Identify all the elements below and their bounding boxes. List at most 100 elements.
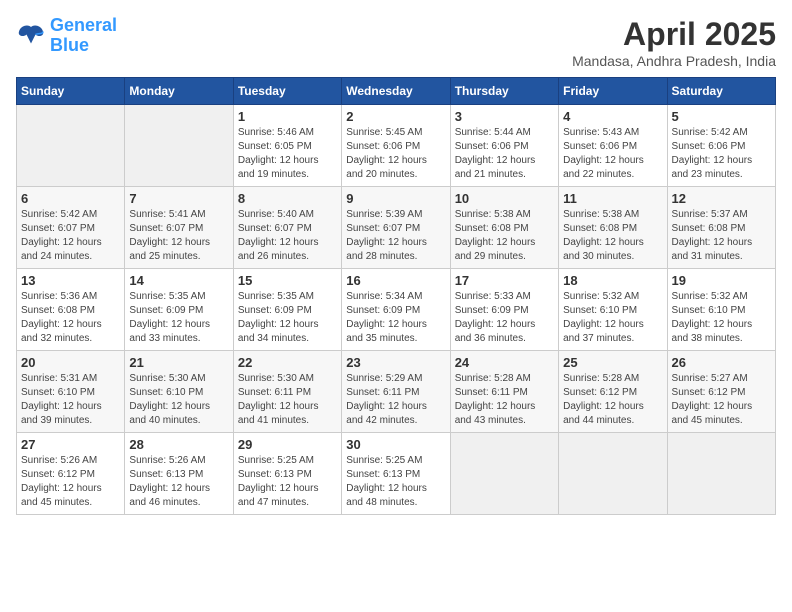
day-number: 3 — [455, 109, 554, 124]
day-info: Sunrise: 5:30 AM Sunset: 6:10 PM Dayligh… — [129, 372, 228, 428]
day-number: 16 — [346, 273, 445, 288]
day-info: Sunrise: 5:26 AM Sunset: 6:12 PM Dayligh… — [21, 454, 120, 510]
day-info: Sunrise: 5:28 AM Sunset: 6:11 PM Dayligh… — [455, 372, 554, 428]
calendar-week-row: 20 Sunrise: 5:31 AM Sunset: 6:10 PM Dayli… — [17, 351, 776, 433]
day-info: Sunrise: 5:38 AM Sunset: 6:08 PM Dayligh… — [455, 208, 554, 264]
day-number: 19 — [672, 273, 771, 288]
logo-icon — [16, 21, 46, 51]
weekday-header: Monday — [125, 78, 233, 105]
calendar-week-row: 1 Sunrise: 5:46 AM Sunset: 6:05 PM Daylig… — [17, 105, 776, 187]
day-info: Sunrise: 5:39 AM Sunset: 6:07 PM Dayligh… — [346, 208, 445, 264]
day-number: 1 — [238, 109, 337, 124]
day-number: 11 — [563, 191, 662, 206]
day-number: 24 — [455, 355, 554, 370]
day-number: 21 — [129, 355, 228, 370]
day-info: Sunrise: 5:28 AM Sunset: 6:12 PM Dayligh… — [563, 372, 662, 428]
calendar-cell: 11Sunrise: 5:38 AM Sunset: 6:08 PM Dayli… — [559, 187, 667, 269]
calendar-cell: 22 Sunrise: 5:30 AM Sunset: 6:11 PM Dayli… — [233, 351, 341, 433]
calendar-cell: 24 Sunrise: 5:28 AM Sunset: 6:11 PM Dayli… — [450, 351, 558, 433]
weekday-header: Thursday — [450, 78, 558, 105]
weekday-header-row: SundayMondayTuesdayWednesdayThursdayFrid… — [17, 78, 776, 105]
day-number: 13 — [21, 273, 120, 288]
calendar-cell: 25Sunrise: 5:28 AM Sunset: 6:12 PM Dayli… — [559, 351, 667, 433]
day-number: 18 — [563, 273, 662, 288]
weekday-header: Friday — [559, 78, 667, 105]
day-info: Sunrise: 5:31 AM Sunset: 6:10 PM Dayligh… — [21, 372, 120, 428]
weekday-header: Tuesday — [233, 78, 341, 105]
calendar-cell — [125, 105, 233, 187]
day-info: Sunrise: 5:45 AM Sunset: 6:06 PM Dayligh… — [346, 126, 445, 182]
day-info: Sunrise: 5:35 AM Sunset: 6:09 PM Dayligh… — [129, 290, 228, 346]
weekday-header: Sunday — [17, 78, 125, 105]
day-info: Sunrise: 5:42 AM Sunset: 6:06 PM Dayligh… — [672, 126, 771, 182]
logo-text: General Blue — [50, 16, 117, 56]
calendar-cell — [667, 433, 775, 515]
calendar-cell: 12 Sunrise: 5:37 AM Sunset: 6:08 PM Dayli… — [667, 187, 775, 269]
day-number: 26 — [672, 355, 771, 370]
day-info: Sunrise: 5:40 AM Sunset: 6:07 PM Dayligh… — [238, 208, 337, 264]
calendar-cell: 15 Sunrise: 5:35 AM Sunset: 6:09 PM Dayli… — [233, 269, 341, 351]
calendar-cell: 3 Sunrise: 5:44 AM Sunset: 6:06 PM Daylig… — [450, 105, 558, 187]
calendar-cell: 26 Sunrise: 5:27 AM Sunset: 6:12 PM Dayli… — [667, 351, 775, 433]
day-info: Sunrise: 5:25 AM Sunset: 6:13 PM Dayligh… — [346, 454, 445, 510]
day-number: 8 — [238, 191, 337, 206]
day-number: 12 — [672, 191, 771, 206]
weekday-header: Saturday — [667, 78, 775, 105]
page-header: General Blue April 2025 Mandasa, Andhra … — [16, 16, 776, 69]
calendar-cell: 10 Sunrise: 5:38 AM Sunset: 6:08 PM Dayli… — [450, 187, 558, 269]
day-number: 15 — [238, 273, 337, 288]
calendar-cell: 2 Sunrise: 5:45 AM Sunset: 6:06 PM Daylig… — [342, 105, 450, 187]
calendar-cell: 17 Sunrise: 5:33 AM Sunset: 6:09 PM Dayli… — [450, 269, 558, 351]
calendar-cell: 16 Sunrise: 5:34 AM Sunset: 6:09 PM Dayli… — [342, 269, 450, 351]
calendar-cell: 13 Sunrise: 5:36 AM Sunset: 6:08 PM Dayli… — [17, 269, 125, 351]
day-info: Sunrise: 5:35 AM Sunset: 6:09 PM Dayligh… — [238, 290, 337, 346]
day-info: Sunrise: 5:25 AM Sunset: 6:13 PM Dayligh… — [238, 454, 337, 510]
day-info: Sunrise: 5:32 AM Sunset: 6:10 PM Dayligh… — [672, 290, 771, 346]
day-info: Sunrise: 5:27 AM Sunset: 6:12 PM Dayligh… — [672, 372, 771, 428]
day-info: Sunrise: 5:32 AM Sunset: 6:10 PM Dayligh… — [563, 290, 662, 346]
day-info: Sunrise: 5:46 AM Sunset: 6:05 PM Dayligh… — [238, 126, 337, 182]
calendar-cell: 6 Sunrise: 5:42 AM Sunset: 6:07 PM Daylig… — [17, 187, 125, 269]
calendar-cell — [450, 433, 558, 515]
calendar-cell: 29 Sunrise: 5:25 AM Sunset: 6:13 PM Dayli… — [233, 433, 341, 515]
day-info: Sunrise: 5:29 AM Sunset: 6:11 PM Dayligh… — [346, 372, 445, 428]
calendar-week-row: 6 Sunrise: 5:42 AM Sunset: 6:07 PM Daylig… — [17, 187, 776, 269]
calendar-cell: 20 Sunrise: 5:31 AM Sunset: 6:10 PM Dayli… — [17, 351, 125, 433]
day-number: 7 — [129, 191, 228, 206]
calendar-cell — [559, 433, 667, 515]
calendar-cell: 1 Sunrise: 5:46 AM Sunset: 6:05 PM Daylig… — [233, 105, 341, 187]
calendar-cell: 21 Sunrise: 5:30 AM Sunset: 6:10 PM Dayli… — [125, 351, 233, 433]
day-number: 22 — [238, 355, 337, 370]
day-number: 29 — [238, 437, 337, 452]
calendar-cell — [17, 105, 125, 187]
title-block: April 2025 Mandasa, Andhra Pradesh, Indi… — [572, 16, 776, 69]
day-info: Sunrise: 5:42 AM Sunset: 6:07 PM Dayligh… — [21, 208, 120, 264]
calendar-cell: 30 Sunrise: 5:25 AM Sunset: 6:13 PM Dayli… — [342, 433, 450, 515]
day-number: 23 — [346, 355, 445, 370]
day-info: Sunrise: 5:36 AM Sunset: 6:08 PM Dayligh… — [21, 290, 120, 346]
day-info: Sunrise: 5:30 AM Sunset: 6:11 PM Dayligh… — [238, 372, 337, 428]
logo: General Blue — [16, 16, 117, 56]
day-number: 20 — [21, 355, 120, 370]
day-info: Sunrise: 5:34 AM Sunset: 6:09 PM Dayligh… — [346, 290, 445, 346]
calendar-cell: 8 Sunrise: 5:40 AM Sunset: 6:07 PM Daylig… — [233, 187, 341, 269]
day-info: Sunrise: 5:43 AM Sunset: 6:06 PM Dayligh… — [563, 126, 662, 182]
calendar-cell: 28Sunrise: 5:26 AM Sunset: 6:13 PM Dayli… — [125, 433, 233, 515]
day-number: 4 — [563, 109, 662, 124]
day-number: 27 — [21, 437, 120, 452]
day-info: Sunrise: 5:33 AM Sunset: 6:09 PM Dayligh… — [455, 290, 554, 346]
day-info: Sunrise: 5:26 AM Sunset: 6:13 PM Dayligh… — [129, 454, 228, 510]
weekday-header: Wednesday — [342, 78, 450, 105]
calendar-week-row: 13 Sunrise: 5:36 AM Sunset: 6:08 PM Dayli… — [17, 269, 776, 351]
day-number: 17 — [455, 273, 554, 288]
location: Mandasa, Andhra Pradesh, India — [572, 53, 776, 69]
day-info: Sunrise: 5:37 AM Sunset: 6:08 PM Dayligh… — [672, 208, 771, 264]
day-number: 6 — [21, 191, 120, 206]
day-info: Sunrise: 5:44 AM Sunset: 6:06 PM Dayligh… — [455, 126, 554, 182]
calendar-cell: 5 Sunrise: 5:42 AM Sunset: 6:06 PM Daylig… — [667, 105, 775, 187]
day-number: 9 — [346, 191, 445, 206]
day-number: 30 — [346, 437, 445, 452]
day-number: 10 — [455, 191, 554, 206]
day-number: 2 — [346, 109, 445, 124]
day-number: 5 — [672, 109, 771, 124]
